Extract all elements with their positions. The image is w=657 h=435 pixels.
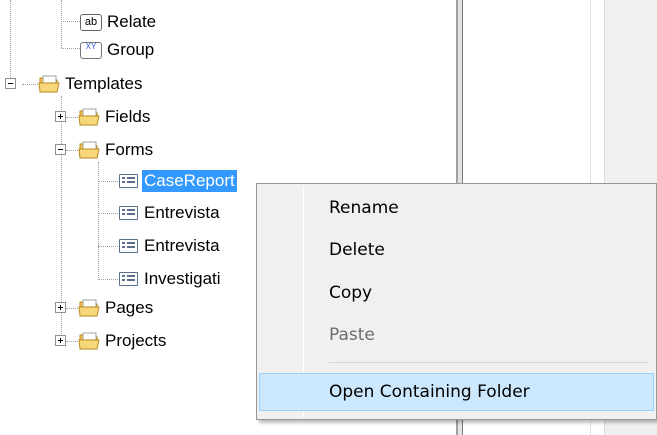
- tree-connector: [98, 279, 118, 280]
- folder-icon: [78, 332, 100, 349]
- group-icon: XY: [80, 41, 102, 59]
- menu-item-label: Copy: [329, 283, 373, 303]
- expand-toggle-icon[interactable]: [55, 111, 66, 122]
- tree-node-label: Forms: [105, 140, 154, 159]
- expand-toggle-icon[interactable]: [55, 302, 66, 313]
- menu-item-delete[interactable]: Delete: [259, 233, 654, 267]
- menu-item-label: Rename: [329, 198, 399, 218]
- tree-node-group[interactable]: XY Group: [80, 38, 156, 62]
- form-icon: [119, 174, 138, 188]
- tree-node-templates[interactable]: Templates: [38, 72, 144, 96]
- tree-node-label: Relate: [107, 12, 157, 31]
- tree-connector: [98, 246, 118, 247]
- tree-connector: [98, 213, 118, 214]
- tree-node-label: Investigati: [144, 269, 221, 288]
- tree-connector: [98, 162, 99, 280]
- tree-node-entrevista[interactable]: Entrevista: [119, 201, 222, 225]
- tree-connector: [61, 48, 80, 49]
- folder-icon: [78, 299, 100, 316]
- tree-connector: [66, 117, 78, 118]
- tree-node-entrevista[interactable]: Entrevista: [119, 234, 222, 258]
- tree-connector: [10, 0, 11, 84]
- context-menu: Rename Delete Copy Paste Open Containing…: [256, 183, 657, 420]
- menu-item-open-containing-folder[interactable]: Open Containing Folder: [259, 373, 654, 411]
- menu-separator: [329, 362, 649, 363]
- form-icon: [119, 206, 138, 220]
- tree-connector: [61, 0, 62, 48]
- tree-node-fields[interactable]: Fields: [78, 105, 152, 129]
- tree-connector: [98, 181, 118, 182]
- form-icon: [119, 272, 138, 286]
- tree-connector: [61, 21, 80, 22]
- tree-node-forms[interactable]: Forms: [78, 138, 155, 162]
- form-icon: [119, 239, 138, 253]
- folder-icon: [38, 75, 60, 92]
- menu-item-paste[interactable]: Paste: [259, 318, 654, 352]
- collapse-toggle-icon[interactable]: [55, 144, 66, 155]
- ab-field-icon: ab: [80, 13, 102, 31]
- menu-item-rename[interactable]: Rename: [259, 191, 654, 225]
- tree-node-pages[interactable]: Pages: [78, 296, 155, 320]
- tree-connector: [22, 84, 38, 85]
- tree-node-label: Group: [107, 40, 155, 59]
- folder-icon: [78, 108, 100, 125]
- tree-connector: [66, 150, 78, 151]
- tree-node-label: CaseReport: [142, 170, 237, 192]
- tree-node-label: Templates: [65, 74, 143, 93]
- folder-icon: [78, 141, 100, 158]
- tree-node-label: Fields: [105, 107, 151, 126]
- menu-item-label: Open Containing Folder: [329, 382, 530, 402]
- tree-connector: [66, 308, 78, 309]
- menu-item-label: Paste: [329, 325, 375, 345]
- expand-toggle-icon[interactable]: [55, 335, 66, 346]
- tree-node-investigation[interactable]: Investigati: [119, 267, 223, 291]
- tree-node-label: Entrevista: [144, 203, 220, 222]
- tree-node-label: Projects: [105, 331, 167, 350]
- menu-item-copy[interactable]: Copy: [259, 276, 654, 310]
- tree-node-relate[interactable]: ab Relate: [80, 10, 158, 34]
- tree-node-label: Entrevista: [144, 236, 220, 255]
- tree-connector: [66, 341, 78, 342]
- tree-node-label: Pages: [105, 298, 154, 317]
- tree-node-projects[interactable]: Projects: [78, 329, 168, 353]
- collapse-toggle-icon[interactable]: [5, 78, 16, 89]
- menu-item-label: Delete: [329, 240, 385, 260]
- tree-node-casereport[interactable]: CaseReport: [119, 169, 237, 193]
